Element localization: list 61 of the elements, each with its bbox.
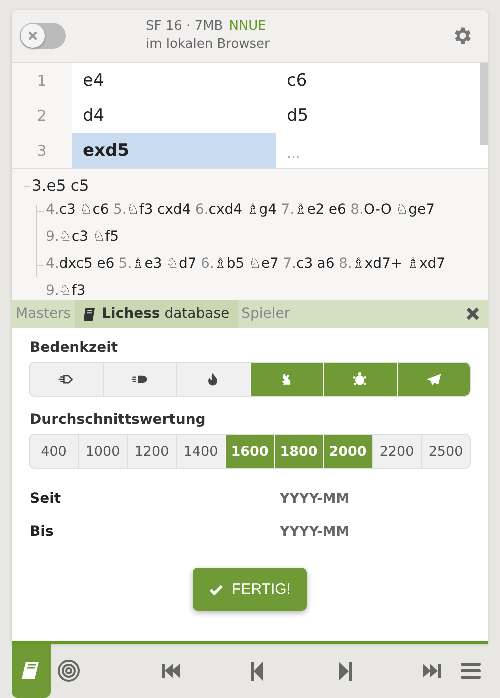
variation-move[interactable]: 9.♘f3 xyxy=(46,278,86,300)
field-label: Seit xyxy=(30,490,62,506)
nnue-label: NNUE xyxy=(229,19,266,34)
engine-toggle[interactable] xyxy=(20,23,66,49)
rating-button[interactable]: 1400 xyxy=(176,435,225,468)
variation-move[interactable]: ♗xd7 xyxy=(406,251,446,278)
scrollbar[interactable] xyxy=(480,63,488,145)
variation-move[interactable]: c5 xyxy=(70,175,90,197)
variation-move[interactable]: 7.♗e2 xyxy=(281,197,325,224)
variation-move[interactable]: a6 xyxy=(317,251,335,278)
field-label: Bis xyxy=(30,524,55,540)
book-button[interactable] xyxy=(12,644,51,698)
close-icon xyxy=(28,31,38,41)
move-number: 1 xyxy=(12,63,72,98)
time-control-button[interactable] xyxy=(102,363,176,396)
variation-move[interactable]: 6.♗b5 xyxy=(200,251,245,278)
variation-move[interactable]: 3.e5 xyxy=(32,175,66,197)
variation-move[interactable]: 5.♘f3 xyxy=(114,197,154,224)
explorer-tab[interactable]: Lichess database xyxy=(75,300,238,328)
move-number: 2 xyxy=(12,98,72,133)
rating-button[interactable]: 400 xyxy=(30,435,78,468)
variation-move[interactable]: e6 xyxy=(328,197,346,224)
variation-move[interactable]: 7.c3 xyxy=(283,251,314,278)
move-cell[interactable]: e4 xyxy=(72,63,276,98)
rocket-icon xyxy=(57,372,76,387)
section-label: Durchschnittswertung xyxy=(30,412,207,428)
turtle-icon xyxy=(351,372,370,387)
time-control-button[interactable] xyxy=(176,363,250,396)
variation-move[interactable]: 8.♗xd7+ xyxy=(338,251,403,278)
ellipsis-text: ... xyxy=(287,144,300,164)
rating-button[interactable]: 2200 xyxy=(372,435,421,468)
check-icon xyxy=(209,584,224,596)
move-cell[interactable]: d4 xyxy=(72,98,276,133)
variation-move[interactable]: ♘f5 xyxy=(92,224,120,251)
engine-location: im lokalen Browser xyxy=(146,36,270,54)
variation-move[interactable]: ♘c6 xyxy=(80,197,110,224)
target-icon xyxy=(57,659,82,684)
move-number: 3 xyxy=(12,133,72,168)
move-cell[interactable]: c6 xyxy=(276,63,480,98)
move-cell[interactable]: exd5 xyxy=(72,133,276,168)
variation-move[interactable]: 4.dxc5 xyxy=(46,251,93,278)
variation-move[interactable]: ♘d7 xyxy=(166,251,197,278)
rating-button[interactable]: 2500 xyxy=(421,435,470,468)
variation-move[interactable]: 9.♘c3 xyxy=(46,224,89,251)
section-label: Bedenkzeit xyxy=(30,340,120,356)
variation-move[interactable]: ♘ge7 xyxy=(396,197,436,224)
variation-move[interactable]: 5.♗e3 xyxy=(118,251,162,278)
variation-move[interactable]: e6 xyxy=(97,251,115,278)
paper-plane-icon xyxy=(424,372,443,387)
variation-move[interactable]: 4.c3 xyxy=(46,197,76,224)
book-icon xyxy=(83,306,96,322)
variation-move[interactable]: 8.O-O xyxy=(350,197,392,224)
variation-move[interactable]: 6.cxd4 xyxy=(195,197,243,224)
move-cell[interactable]: d5 xyxy=(276,98,480,133)
rating-button[interactable]: 1000 xyxy=(78,435,127,468)
variation-move[interactable]: ♘e7 xyxy=(248,251,279,278)
close-icon[interactable] xyxy=(466,307,480,321)
variation-move[interactable]: ♗g4 xyxy=(246,197,278,224)
rating-button[interactable]: 1200 xyxy=(127,435,176,468)
engine-name: SF 16 · 7MB xyxy=(146,19,224,34)
variation-move[interactable]: cxd4 xyxy=(157,197,192,224)
